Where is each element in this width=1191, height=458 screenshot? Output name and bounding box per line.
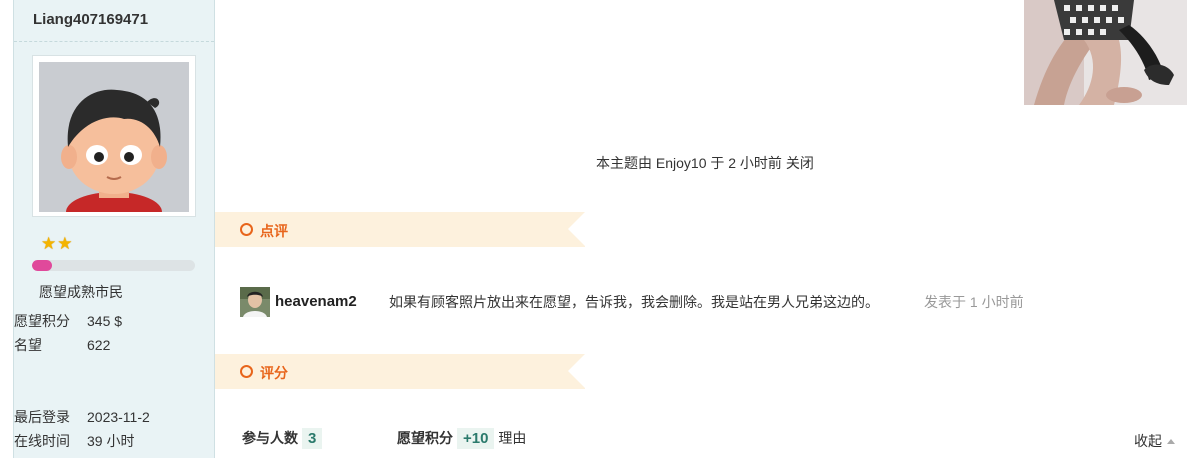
- stat-label: 最后登录: [14, 409, 70, 425]
- commenter-username[interactable]: heavenam2: [275, 293, 357, 310]
- comment-text: 如果有顾客照片放出来在愿望，告诉我，我会删除。我是站在男人兄弟这边的。: [389, 294, 879, 310]
- avatar-image: [39, 62, 189, 212]
- post-photo[interactable]: [1024, 0, 1187, 105]
- post-page: Liang407169471 ★★ 愿望成熟市民 愿望积分 345 $ 名望 6…: [0, 0, 1191, 458]
- rating-section-title: 评分: [260, 365, 288, 381]
- review-comment: heavenam2 如果有顾客照片放出来在愿望，告诉我，我会删除。我是站在男人兄…: [240, 287, 1140, 317]
- stat-value: 345 $: [87, 313, 123, 329]
- stat-online-time: 在线时间 39 小时: [14, 431, 134, 451]
- level-progress-fill: [32, 260, 52, 271]
- participants-label: 参与人数: [242, 430, 298, 446]
- rating-points: 愿望积分 +10 理由: [397, 428, 526, 454]
- review-section-title: 点评: [260, 223, 288, 239]
- rating-participants[interactable]: 参与人数 3: [242, 428, 323, 454]
- commenter-avatar[interactable]: [240, 287, 270, 317]
- circle-icon: [240, 223, 253, 236]
- points-label: 愿望积分: [397, 430, 453, 446]
- caret-up-icon: [1167, 439, 1175, 444]
- participants-count: 3: [302, 428, 323, 449]
- author-username[interactable]: Liang407169471: [14, 0, 214, 42]
- stat-points: 愿望积分 345 $: [14, 311, 122, 331]
- stat-label: 名望: [14, 337, 42, 353]
- rating-section-header: 评分: [215, 354, 585, 389]
- stat-value: 2023-11-2: [87, 409, 150, 425]
- stat-value: 622: [87, 337, 111, 353]
- author-sidebar: Liang407169471 ★★ 愿望成熟市民 愿望积分 345 $ 名望 6…: [13, 0, 215, 458]
- collapse-label: 收起: [1134, 433, 1162, 449]
- stat-fame: 名望 622: [14, 335, 110, 355]
- author-avatar[interactable]: [32, 55, 196, 217]
- thread-closed-note: 本主题由 Enjoy10 于 2 小时前 关闭: [596, 155, 814, 171]
- star-icon: ★★: [41, 234, 74, 253]
- commenter-avatar-image: [240, 287, 270, 317]
- stat-label: 在线时间: [14, 433, 70, 449]
- comment-time: 发表于 1 小时前: [924, 294, 1024, 310]
- stat-last-login: 最后登录 2023-11-2: [14, 407, 150, 427]
- circle-icon: [240, 365, 253, 378]
- collapse-button[interactable]: 收起: [1134, 431, 1175, 451]
- user-rank[interactable]: 愿望成熟市民: [39, 282, 123, 302]
- stat-value: 39 小时: [87, 433, 135, 449]
- stat-label: 愿望积分: [14, 313, 70, 329]
- user-stars: ★★: [41, 234, 73, 254]
- reason-label: 理由: [498, 430, 527, 446]
- points-value: +10: [457, 428, 495, 449]
- review-section-header: 点评: [215, 212, 585, 247]
- level-progress-bar: [32, 260, 195, 271]
- photo-image: [1024, 0, 1187, 105]
